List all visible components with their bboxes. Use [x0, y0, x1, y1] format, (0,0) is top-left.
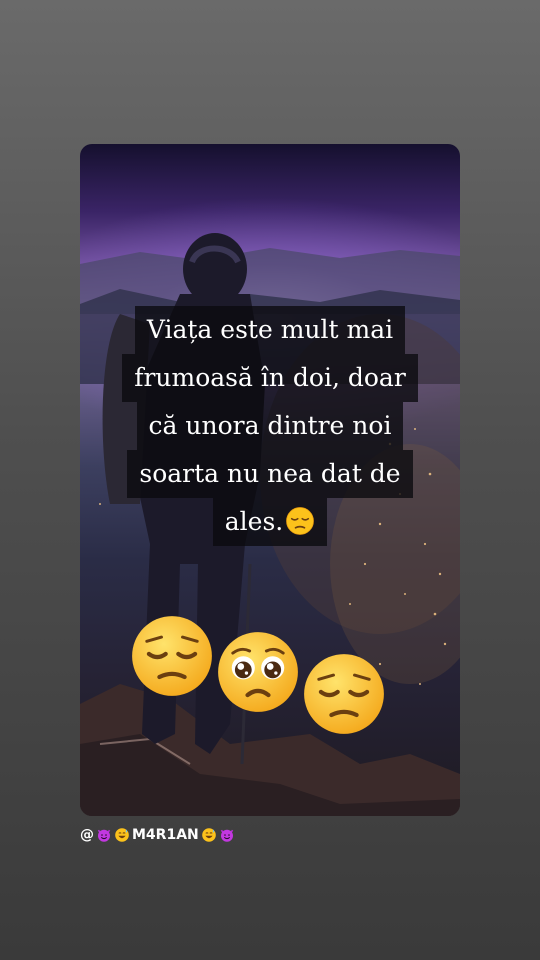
caption-line: frumoasă în doi, doar	[122, 354, 418, 402]
at-symbol: @	[80, 827, 94, 843]
pensive-face-icon[interactable]	[130, 614, 214, 698]
smiling-imp-icon	[97, 829, 111, 842]
pensive-face-icon	[286, 507, 315, 535]
pensive-face-icon[interactable]	[302, 652, 386, 736]
grinning-sweat-icon	[201, 828, 216, 842]
username-tag[interactable]: @ M4R1AN	[80, 827, 235, 843]
story-caption: Viața este mult mai frumoasă în doi, doa…	[80, 306, 460, 546]
grinning-sweat-icon	[115, 828, 129, 842]
caption-line: soarta nu nea dat de	[127, 450, 413, 498]
smiling-imp-icon	[220, 829, 233, 842]
caption-line: că unora dintre noi	[136, 402, 404, 450]
caption-line: Viața este mult mai	[134, 306, 406, 354]
story-card[interactable]: Viața este mult mai frumoasă în doi, doa…	[80, 144, 460, 816]
pleading-face-icon[interactable]	[216, 630, 300, 714]
caption-line-last: ales.	[212, 498, 328, 546]
username-text: M4R1AN	[132, 827, 199, 843]
